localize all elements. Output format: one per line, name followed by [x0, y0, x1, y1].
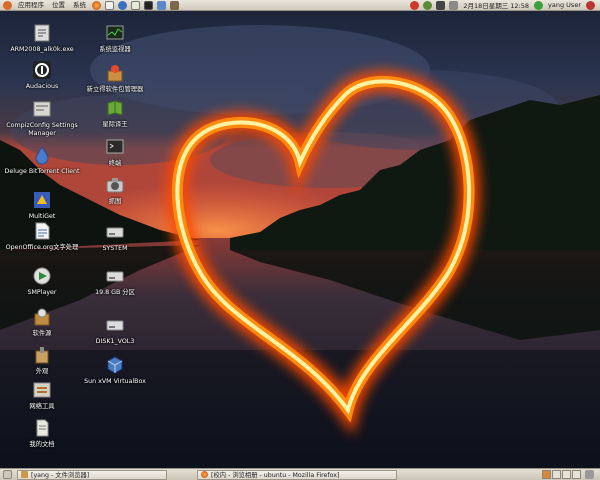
menu-applications[interactable]: 应用程序: [14, 0, 48, 11]
firefox-icon: [201, 471, 208, 478]
desktop-icon-label: 19.8 GB 分区: [95, 289, 135, 296]
desktop-icon-system-drive[interactable]: SYSTEM: [77, 222, 153, 253]
firefox-launcher-icon[interactable]: [92, 0, 101, 10]
desktop-icon-label: 我的文档: [29, 441, 55, 448]
network-tools-icon: [32, 380, 52, 400]
drive-icon: [105, 315, 125, 335]
text-editor-launcher-icon[interactable]: [131, 0, 140, 10]
show-desktop-icon[interactable]: [3, 470, 12, 479]
office-launcher-icon[interactable]: [157, 0, 166, 10]
desktop-icon-smplayer[interactable]: SMPlayer: [4, 266, 80, 297]
mail-notify-icon[interactable]: [449, 0, 459, 10]
desktop-icon-audacious[interactable]: Audacious: [4, 60, 80, 91]
network-status-icon[interactable]: [410, 0, 420, 10]
desktop-icon-terminal[interactable]: 终端: [77, 137, 153, 168]
my-documents-icon: [32, 418, 52, 438]
desktop-icon-appearance[interactable]: 外观: [4, 345, 80, 376]
desktop-icon-label: SMPlayer: [27, 289, 57, 296]
desktop-icon-label: Sun xVM VirtualBox: [84, 378, 146, 385]
desktop-icon-deluge[interactable]: Deluge BitTorrent Client: [4, 145, 80, 176]
menu-system[interactable]: 系统: [69, 0, 90, 11]
smplayer-icon: [32, 266, 52, 286]
taskbar-item-label: [校内 - 浏览相册 - ubuntu - Mozilla Firefox]: [211, 472, 340, 479]
help-launcher-icon[interactable]: [118, 0, 127, 10]
chat-icon[interactable]: [423, 0, 433, 10]
desktop-icon-network-tools[interactable]: 网络工具: [4, 380, 80, 411]
multiget-icon: [32, 190, 52, 210]
user-status-icon[interactable]: [534, 0, 544, 10]
drive-icon: [105, 266, 125, 286]
desktop-icon-label: OpenOffice.org文字处理: [5, 244, 79, 251]
compiz-icon: [32, 99, 52, 119]
desktop-icon-label: 外观: [35, 368, 49, 375]
software-sources-icon: [32, 307, 52, 327]
mail-launcher-icon[interactable]: [105, 0, 114, 10]
audacious-icon: [32, 60, 52, 80]
terminal-icon: [105, 137, 125, 157]
synaptic-icon: [105, 63, 125, 83]
menu-places[interactable]: 位置: [48, 0, 69, 11]
desktop-icon-partition-drive[interactable]: 19.8 GB 分区: [77, 266, 153, 297]
workspace-1[interactable]: [542, 470, 551, 479]
desktop-icon-label: 抓图: [108, 198, 122, 205]
desktop-icon-label: DISK1_VOL3: [95, 338, 135, 345]
virtualbox-icon: [105, 355, 125, 375]
desktop-icon-my-documents[interactable]: 我的文档: [4, 418, 80, 449]
top-panel: 应用程序 位置 系统 2月18日星期三 12:58 yang User: [0, 0, 600, 11]
workspace-3[interactable]: [562, 470, 571, 479]
volume-icon[interactable]: [436, 0, 446, 10]
ubuntu-logo-icon[interactable]: [3, 0, 12, 10]
desktop-icon-arm2008[interactable]: ARM2008_alk0k.exe: [4, 23, 80, 54]
desktop-icon-label: MultiGet: [28, 213, 56, 220]
power-icon[interactable]: [586, 0, 595, 10]
desktop-icon-label: 系统监视器: [99, 46, 131, 53]
bottom-panel: [yang - 文件浏览器] [校内 - 浏览相册 - ubuntu - Moz…: [0, 468, 600, 480]
desktop-icon-label: Audacious: [25, 83, 59, 90]
desktop-icon-label: Deluge BitTorrent Client: [4, 168, 80, 175]
desktop-icon-system-monitor[interactable]: 系统监视器: [77, 23, 153, 54]
workspace-switcher: [541, 470, 600, 479]
system-monitor-icon: [105, 23, 125, 43]
taskbar-item-firefox[interactable]: [校内 - 浏览相册 - ubuntu - Mozilla Firefox]: [197, 469, 397, 480]
desktop-icon-label: ARM2008_alk0k.exe: [10, 46, 74, 53]
desktop-icon-label: SYSTEM: [102, 245, 128, 252]
media-launcher-icon[interactable]: [170, 0, 179, 10]
deluge-icon: [32, 145, 52, 165]
desktop-icon-multiget[interactable]: MultiGet: [4, 190, 80, 221]
desktop-icon-label: CompizConfig Settings Manager: [6, 122, 78, 137]
exe-file-icon: [32, 23, 52, 43]
user-menu[interactable]: yang User: [545, 1, 584, 9]
desktop-icon-stardict[interactable]: 星际译王: [77, 98, 153, 129]
trash-icon[interactable]: [585, 470, 594, 479]
workspace-4[interactable]: [572, 470, 581, 479]
desktop-icon-software-sources[interactable]: 软件源: [4, 307, 80, 338]
workspace-2[interactable]: [552, 470, 561, 479]
desktop-icon-label: 星际译王: [102, 121, 128, 128]
folder-icon: [21, 471, 28, 478]
desktop-icon-label: 新立得软件包管理器: [86, 86, 144, 93]
desktop-icon-label: 软件源: [32, 330, 52, 337]
desktop-icon-label: 网络工具: [29, 403, 55, 410]
taskbar-item-label: [yang - 文件浏览器]: [31, 472, 90, 479]
desktop-icon-synaptic[interactable]: 新立得软件包管理器: [77, 63, 153, 94]
terminal-launcher-icon[interactable]: [144, 0, 153, 10]
stardict-icon: [105, 98, 125, 118]
openoffice-writer-icon: [32, 221, 52, 241]
drive-icon: [105, 222, 125, 242]
desktop-icon-openoffice-writer[interactable]: OpenOffice.org文字处理: [4, 221, 80, 252]
screenshot-icon: [105, 175, 125, 195]
desktop-icon-disk1-vol3[interactable]: DISK1_VOL3: [77, 315, 153, 346]
appearance-icon: [32, 345, 52, 365]
desktop-icon-virtualbox[interactable]: Sun xVM VirtualBox: [77, 355, 153, 386]
clock[interactable]: 2月18日星期三 12:58: [460, 0, 532, 10]
desktop-icon-label: 终端: [108, 160, 122, 167]
desktop-icon-screenshot[interactable]: 抓图: [77, 175, 153, 206]
taskbar-item-file-browser[interactable]: [yang - 文件浏览器]: [17, 469, 167, 480]
desktop-icon-compiz[interactable]: CompizConfig Settings Manager: [4, 99, 80, 138]
